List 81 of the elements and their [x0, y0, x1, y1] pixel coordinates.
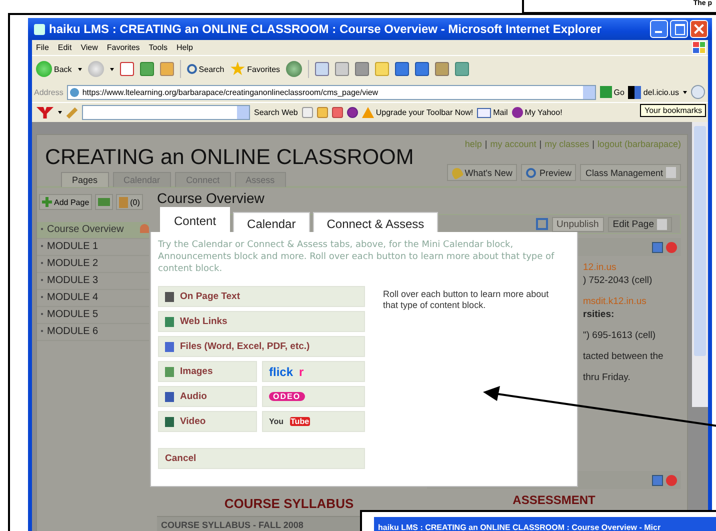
dialog-intro: Try the Calendar or Connect & Assess tabs, above, for the Mini Calendar block, Announcements block and more. Roll over each button to learn more about that type of content block. — [158, 239, 556, 275]
menu-item[interactable]: Edit — [58, 43, 72, 52]
sidebar-item[interactable]: MODULE 3 — [37, 273, 149, 290]
section-heading: ASSESSMENT — [512, 493, 596, 507]
contact-text: ") 695-1613 (cell) — [583, 330, 657, 341]
block-type-icon — [165, 292, 174, 302]
header-button[interactable]: What's New — [446, 164, 518, 181]
sidebar-item[interactable]: MODULE 1 — [37, 239, 149, 256]
mail-button[interactable]: Mail — [477, 108, 508, 118]
sidebar-item[interactable]: MODULE 5 — [37, 307, 149, 324]
contact-text: tacted between the — [583, 351, 664, 362]
block-type-icon — [165, 316, 174, 326]
dialog-hint: Roll over each button to learn more about that type of content block. — [383, 289, 550, 312]
go-button[interactable]: Go — [600, 86, 624, 98]
content-block-button[interactable]: Audio — [158, 386, 257, 407]
dialog-tab[interactable]: Content — [160, 207, 230, 232]
sidebar-item[interactable]: MODULE 6 — [37, 324, 149, 341]
edit-page-button[interactable]: Edit Page — [608, 216, 672, 232]
my-yahoo-button[interactable]: My Yahoo! — [512, 107, 562, 118]
reorder-button[interactable] — [95, 194, 114, 210]
contact-text: ) 752-2043 (cell) — [583, 275, 654, 286]
contact-text: thru Friday. — [583, 372, 632, 383]
content-block-button[interactable]: On Page Text — [158, 286, 365, 307]
menu-item[interactable]: File — [36, 43, 49, 52]
clipboard-button[interactable]: (0) — [116, 194, 143, 210]
search-field[interactable] — [82, 105, 250, 120]
section-title: COURSE SYLLABUS - FALL 2008 — [161, 520, 304, 530]
browser-icon — [34, 24, 45, 34]
plus-icon — [42, 197, 52, 207]
menu-item[interactable]: View — [80, 43, 98, 52]
block-type-icon — [165, 342, 174, 352]
close-icon[interactable] — [690, 20, 708, 38]
address-label: Address — [34, 88, 64, 96]
delete-icon[interactable] — [666, 242, 677, 252]
back-button[interactable]: Back — [36, 61, 72, 77]
contact-text: rsities: — [583, 309, 616, 320]
content-block-button[interactable]: Web Links — [158, 311, 365, 332]
page-heading: Course Overview — [157, 190, 266, 208]
dialog-tab[interactable]: Calendar — [233, 212, 310, 232]
header-button[interactable]: Class Management — [580, 164, 681, 181]
block-type-icon — [165, 366, 174, 376]
nav-tab[interactable]: Pages — [61, 172, 109, 187]
tooltip: Your bookmarks — [640, 104, 706, 117]
cancel-button[interactable]: Cancel — [158, 448, 365, 469]
pencil-icon[interactable] — [66, 106, 78, 118]
window-title: haiku LMS : CREATING an ONLINE CLASSROOM : Course Overview - Microsoft Internet Explorer — [49, 22, 603, 36]
yahoo-circle-icon — [512, 107, 523, 118]
search-button[interactable]: Search — [186, 64, 224, 74]
menu-item[interactable]: Help — [176, 43, 193, 52]
bookmarks-button[interactable]: del.icio.us — [628, 86, 679, 98]
content-block-button[interactable]: Video — [158, 411, 257, 432]
favorites-button[interactable]: Favorites — [230, 62, 280, 76]
content-block-button[interactable]: Files (Word, Excel, PDF, etc.) — [158, 336, 365, 357]
content-block-button[interactable]: Images — [158, 361, 257, 382]
search-web-button[interactable]: Search Web — [254, 108, 298, 117]
section-heading: COURSE SYLLABUS — [223, 500, 355, 512]
youtube-button[interactable]: You Tube — [262, 411, 365, 432]
block-type-icon — [165, 392, 174, 402]
link-separator: | — [592, 139, 594, 149]
link-separator: | — [484, 139, 488, 149]
odeo-button[interactable]: ODEO — [262, 386, 365, 407]
dialog-tab[interactable]: Connect & Assess — [312, 212, 438, 232]
delete-icon[interactable] — [666, 474, 677, 486]
maximize-icon[interactable] — [670, 20, 688, 38]
flickr-button[interactable]: flick r — [262, 361, 365, 382]
header-button[interactable]: Preview — [521, 164, 576, 181]
minimize-icon[interactable] — [650, 20, 668, 38]
scrollbar[interactable] — [692, 122, 708, 407]
block-type-icon — [165, 416, 174, 426]
window-title: haiku LMS : CREATING an ONLINE CLASSROOM : Course Overview - Micr — [378, 523, 661, 531]
circle-icon[interactable] — [346, 107, 358, 118]
menu-item[interactable]: Favorites — [106, 43, 140, 52]
sidebar-item[interactable]: MODULE 4 — [37, 290, 149, 307]
menu-item[interactable]: Tools — [148, 43, 168, 52]
course-title: CREATING an ONLINE CLASSROOM — [45, 145, 414, 170]
link-separator: | — [539, 139, 542, 149]
sidebar-item[interactable]: Course Overview — [37, 222, 149, 239]
envelope-icon — [477, 108, 492, 118]
sidebar-item[interactable]: MODULE 2 — [37, 256, 149, 273]
address-field[interactable]: https://www.ltelearning.org/barbarapace/creatinganonlineclassroom/cms_page/view — [67, 84, 596, 100]
add-page-button[interactable]: Add Page — [39, 194, 92, 210]
